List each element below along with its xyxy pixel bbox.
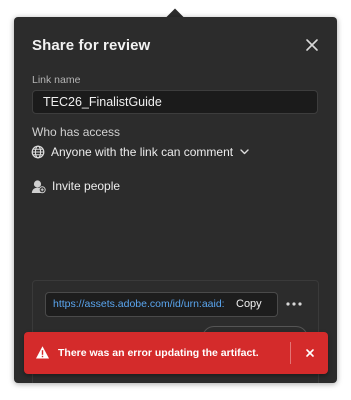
- link-name-input[interactable]: TEC26_FinalistGuide: [32, 90, 318, 114]
- share-dialog: Share for review Link name TEC26_Finalis…: [14, 17, 337, 383]
- error-toast: There was an error updating the artifact…: [24, 332, 328, 374]
- dialog-title: Share for review: [32, 37, 151, 54]
- close-icon: [306, 349, 314, 357]
- more-icon: [286, 302, 302, 306]
- copy-button[interactable]: Copy: [232, 293, 266, 316]
- share-link-field[interactable]: https://assets.adobe.com/id/urn:aaid:s..…: [45, 292, 278, 317]
- chevron-down-icon: [240, 149, 249, 155]
- access-selected-value: Anyone with the link can comment: [51, 145, 234, 159]
- invite-people-button[interactable]: Invite people: [31, 177, 120, 195]
- who-has-access-label: Who has access: [32, 125, 121, 139]
- invite-people-label: Invite people: [52, 179, 121, 193]
- link-name-label: Link name: [32, 74, 81, 86]
- share-link-url[interactable]: https://assets.adobe.com/id/urn:aaid:s..…: [53, 293, 225, 316]
- share-popover-stage: Share for review Link name TEC26_Finalis…: [0, 0, 351, 400]
- close-icon: [306, 39, 318, 51]
- close-button[interactable]: [302, 35, 322, 55]
- alert-icon: [36, 346, 49, 359]
- toast-close-button[interactable]: [303, 346, 317, 360]
- toast-divider: [290, 342, 291, 364]
- globe-icon: [31, 145, 45, 159]
- person-add-icon: [31, 179, 46, 193]
- access-dropdown[interactable]: Anyone with the link can comment: [31, 143, 249, 161]
- more-options-button[interactable]: [284, 297, 304, 311]
- error-toast-message: There was an error updating the artifact…: [58, 347, 259, 359]
